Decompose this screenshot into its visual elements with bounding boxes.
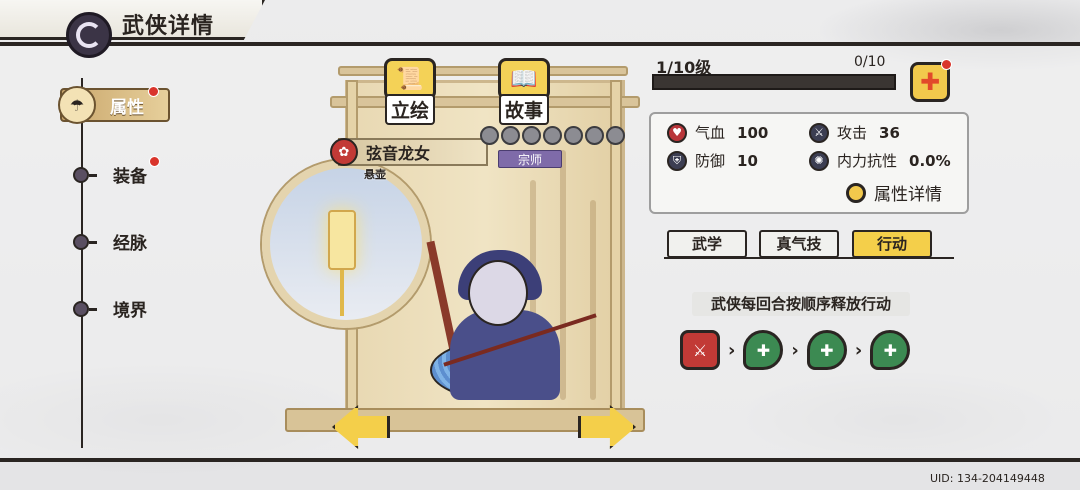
sidebar-item-meridians[interactable]: 经脉 bbox=[73, 229, 147, 254]
stat-resistance: ✺ 内力抗性 0.0% bbox=[809, 150, 951, 171]
action-sequence: ⚔ › ✚ › ✚ › ✚ bbox=[680, 330, 911, 370]
heal-skill-icon[interactable]: ✚ bbox=[806, 330, 847, 370]
heal-skill-icon[interactable]: ✚ bbox=[870, 330, 911, 370]
star-icon bbox=[564, 126, 583, 145]
star-rating bbox=[480, 126, 625, 145]
stats-panel: ♥ 气血 100 ⚔ 攻击 36 ⛨ 防御 10 ✺ 内力抗性 0.0% 属性详… bbox=[649, 112, 969, 214]
frame-beam bbox=[330, 96, 640, 108]
stat-value: 36 bbox=[879, 123, 900, 142]
page-title: 武侠详情 bbox=[122, 14, 215, 39]
sidebar-item-realm[interactable]: 境界 bbox=[73, 296, 147, 321]
sidebar-item-equipment[interactable]: 装备 bbox=[73, 156, 160, 187]
sect-icon: ✿ bbox=[330, 138, 358, 166]
bamboo-decoration bbox=[590, 200, 596, 400]
star-icon bbox=[606, 126, 625, 145]
stat-label: 防御 bbox=[695, 152, 726, 170]
nav-dot-icon bbox=[73, 233, 97, 250]
hero-name-plate: ✿ 弦音龙女 bbox=[330, 138, 488, 166]
sidebar-item-attributes[interactable]: ☂ 属性 bbox=[58, 86, 170, 124]
chevron-right-icon: › bbox=[728, 339, 736, 361]
lantern-tassel bbox=[340, 270, 344, 316]
action-description: 武侠每回合按顺序释放行动 bbox=[692, 292, 910, 316]
attribute-detail-link[interactable]: 属性详情 bbox=[846, 180, 942, 205]
sword-icon: ⚔ bbox=[809, 122, 829, 143]
nav-dot-icon bbox=[73, 166, 97, 183]
tab-action[interactable]: 行动 bbox=[852, 230, 932, 258]
sidebar-line bbox=[81, 78, 83, 448]
hero-scene: 📜 立绘 📖 故事 ✿ 弦音龙女 悬壶 宗师 bbox=[260, 58, 660, 449]
star-icon bbox=[585, 126, 604, 145]
hero-name: 弦音龙女 bbox=[366, 144, 431, 163]
tab-underline bbox=[664, 257, 954, 259]
stat-value: 100 bbox=[737, 123, 769, 142]
swirl-icon: ✺ bbox=[809, 150, 829, 171]
tab-martial-arts[interactable]: 武学 bbox=[667, 230, 747, 258]
notification-badge bbox=[941, 59, 952, 70]
sidebar-item-label: 经脉 bbox=[113, 234, 147, 254]
upgrade-button[interactable]: ✚ bbox=[910, 59, 952, 102]
back-button[interactable] bbox=[66, 12, 112, 58]
stat-value: 10 bbox=[737, 151, 758, 170]
tab-portrait[interactable]: 📜 立绘 bbox=[384, 58, 436, 125]
star-icon bbox=[543, 126, 562, 145]
stat-label: 内力抗性 bbox=[837, 152, 898, 170]
umbrella-icon: ☂ bbox=[58, 86, 96, 124]
magnifier-icon bbox=[846, 182, 866, 203]
hero-head bbox=[468, 260, 528, 326]
attribute-detail-label: 属性详情 bbox=[874, 185, 942, 205]
user-id: UID: 134-204149448 bbox=[930, 472, 1045, 485]
exp-progress-bar bbox=[652, 74, 896, 90]
chevron-right-icon: › bbox=[791, 339, 799, 361]
hero-sect: 悬壶 bbox=[364, 168, 386, 181]
star-icon bbox=[501, 126, 520, 145]
sidebar-item-label: 属性 bbox=[110, 97, 144, 118]
stat-hp: ♥ 气血 100 bbox=[667, 122, 768, 143]
star-icon bbox=[522, 126, 541, 145]
rank-badge: 宗师 bbox=[498, 150, 562, 168]
heal-skill-icon[interactable]: ✚ bbox=[743, 330, 784, 370]
notification-badge bbox=[149, 156, 160, 167]
sidebar-item-label: 境界 bbox=[113, 301, 147, 321]
hero-portrait bbox=[426, 240, 597, 410]
tab-story[interactable]: 📖 故事 bbox=[498, 58, 550, 125]
sidebar-item-label: 装备 bbox=[113, 167, 147, 187]
chevron-right-icon: › bbox=[854, 339, 863, 361]
stat-value: 0.0% bbox=[909, 151, 951, 170]
exp-text: 0/10 bbox=[854, 54, 886, 70]
notification-badge bbox=[148, 86, 159, 97]
frame-beam bbox=[338, 66, 628, 76]
stat-attack: ⚔ 攻击 36 bbox=[809, 122, 900, 143]
stat-label: 攻击 bbox=[837, 124, 868, 142]
shield-icon: ⛨ bbox=[667, 150, 687, 171]
sword-skill-icon[interactable]: ⚔ bbox=[680, 330, 720, 370]
nav-dot-icon bbox=[73, 300, 97, 317]
star-icon bbox=[480, 126, 499, 145]
tab-label: 故事 bbox=[498, 94, 549, 125]
tab-qi-skills[interactable]: 真气技 bbox=[759, 230, 839, 258]
stat-label: 气血 bbox=[695, 124, 726, 142]
lantern-icon bbox=[328, 210, 356, 270]
tab-label: 立绘 bbox=[384, 94, 435, 125]
stat-defense: ⛨ 防御 10 bbox=[667, 150, 758, 171]
heart-icon: ♥ bbox=[667, 122, 687, 143]
